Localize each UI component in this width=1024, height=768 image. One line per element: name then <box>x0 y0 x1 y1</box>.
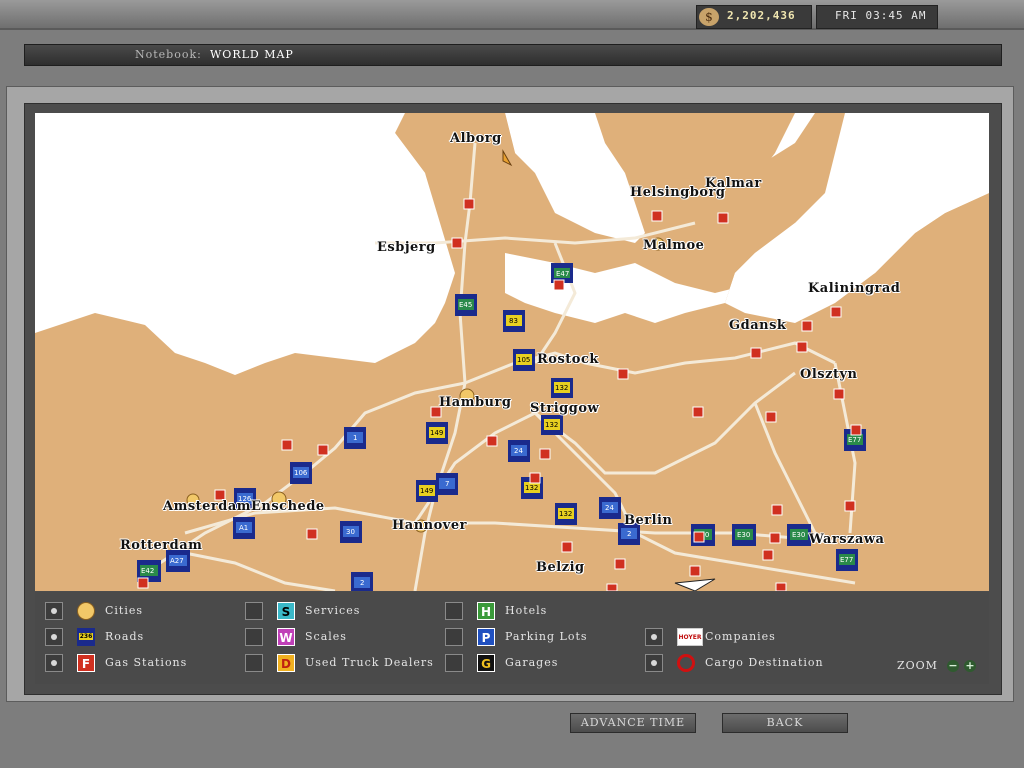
city-label[interactable]: Esbjerg <box>377 240 436 255</box>
city-label[interactable]: Hamburg <box>439 395 511 410</box>
svg-text:2: 2 <box>360 579 364 587</box>
svg-text:A1: A1 <box>239 524 248 532</box>
svg-text:149: 149 <box>420 487 433 495</box>
zoom-label: ZOOM <box>897 659 938 672</box>
legend-label: Parking Lots <box>505 630 588 643</box>
map-legend: Cities 236 Roads F Gas Stations S Servic… <box>35 592 989 684</box>
scales-checkbox[interactable] <box>245 628 263 646</box>
parking-icon: P <box>477 628 495 646</box>
svg-text:E47: E47 <box>556 270 569 278</box>
zoom-in-button[interactable]: + <box>964 660 976 672</box>
city-label[interactable]: Gdansk <box>729 318 786 333</box>
legend-label: Cargo Destination <box>705 656 824 669</box>
gas-station-icon: F <box>77 654 95 672</box>
city-label[interactable]: Rostock <box>537 352 599 367</box>
page-title: WORLD MAP <box>210 48 294 61</box>
world-map[interactable]: E47 E45 83 105 132 132 149 1 24 106 126 … <box>35 113 989 591</box>
svg-text:7: 7 <box>445 480 449 488</box>
svg-text:149: 149 <box>430 429 443 437</box>
legend-label: Scales <box>305 630 347 643</box>
garages-checkbox[interactable] <box>445 654 463 672</box>
svg-text:132: 132 <box>555 384 568 392</box>
notebook-title-bar: Notebook: WORLD MAP <box>24 44 1002 66</box>
scales-icon: W <box>277 628 295 646</box>
legend-label: Companies <box>705 630 776 643</box>
dealers-checkbox[interactable] <box>245 654 263 672</box>
clock-display: FRI 03:45 AM <box>816 5 938 29</box>
services-checkbox[interactable] <box>245 602 263 620</box>
advance-time-button[interactable]: ADVANCE TIME <box>570 713 696 733</box>
garage-icon: G <box>477 654 495 672</box>
svg-text:E30: E30 <box>737 531 750 539</box>
city-label[interactable]: Belzig <box>536 560 585 575</box>
svg-text:132: 132 <box>545 421 558 429</box>
money-display: $ 2,202,436 <box>696 5 812 29</box>
cargo-destination-icon <box>677 654 695 672</box>
svg-text:106: 106 <box>294 469 308 477</box>
legend-label: Used Truck Dealers <box>305 656 434 669</box>
legend-label: Garages <box>505 656 559 669</box>
gas-stations-checkbox[interactable] <box>45 654 63 672</box>
svg-text:A27: A27 <box>170 557 184 565</box>
city-label[interactable]: Amsterdam <box>163 499 251 514</box>
city-label[interactable]: Kaliningrad <box>808 281 900 296</box>
money-value: 2,202,436 <box>727 9 796 22</box>
svg-text:24: 24 <box>514 447 523 455</box>
map-terrain: E47 E45 83 105 132 132 149 1 24 106 126 … <box>35 113 989 591</box>
clock-value: FRI 03:45 AM <box>835 9 927 22</box>
roads-checkbox[interactable] <box>45 628 63 646</box>
svg-text:E77: E77 <box>848 436 861 444</box>
city-label[interactable]: Rotterdam <box>120 538 202 553</box>
svg-text:E30: E30 <box>792 531 805 539</box>
city-label[interactable]: Striggow <box>530 401 599 416</box>
svg-text:24: 24 <box>605 504 614 512</box>
companies-checkbox[interactable] <box>645 628 663 646</box>
city-label[interactable]: Warszawa <box>809 532 884 547</box>
money-icon: $ <box>699 8 719 26</box>
dealer-icon: D <box>277 654 295 672</box>
city-label[interactable]: Olsztyn <box>800 367 857 382</box>
svg-text:E42: E42 <box>141 567 154 575</box>
cargo-destination-checkbox[interactable] <box>645 654 663 672</box>
city-label[interactable]: Kalmar <box>705 176 762 191</box>
top-status-bar: $ 2,202,436 FRI 03:45 AM <box>0 0 1024 30</box>
legend-label: Services <box>305 604 361 617</box>
city-label[interactable]: Alborg <box>450 131 502 146</box>
company-logo-icon: HOYER <box>677 628 703 646</box>
legend-label: Hotels <box>505 604 548 617</box>
svg-text:132: 132 <box>525 484 538 492</box>
back-button[interactable]: BACK <box>722 713 848 733</box>
svg-text:E77: E77 <box>840 556 853 564</box>
svg-text:E45: E45 <box>459 301 472 309</box>
road-badge-icon: 236 <box>77 628 95 646</box>
legend-label: Gas Stations <box>105 656 188 669</box>
svg-text:132: 132 <box>559 510 572 518</box>
svg-text:1: 1 <box>353 434 357 442</box>
notebook-label: Notebook: <box>135 48 202 61</box>
hotel-icon: H <box>477 602 495 620</box>
city-dot-icon <box>77 602 95 620</box>
services-icon: S <box>277 602 295 620</box>
svg-text:83: 83 <box>509 317 518 325</box>
city-label[interactable]: Enschede <box>251 499 325 514</box>
city-label[interactable]: Malmoe <box>643 238 704 253</box>
zoom-out-button[interactable]: − <box>947 660 959 672</box>
svg-text:105: 105 <box>517 356 530 364</box>
parking-checkbox[interactable] <box>445 628 463 646</box>
svg-text:2: 2 <box>627 530 631 538</box>
hotels-checkbox[interactable] <box>445 602 463 620</box>
legend-label: Cities <box>105 604 144 617</box>
svg-text:30: 30 <box>346 528 355 536</box>
cities-checkbox[interactable] <box>45 602 63 620</box>
legend-label: Roads <box>105 630 145 643</box>
city-label[interactable]: Berlin <box>624 513 672 528</box>
city-label[interactable]: Hannover <box>392 518 467 533</box>
